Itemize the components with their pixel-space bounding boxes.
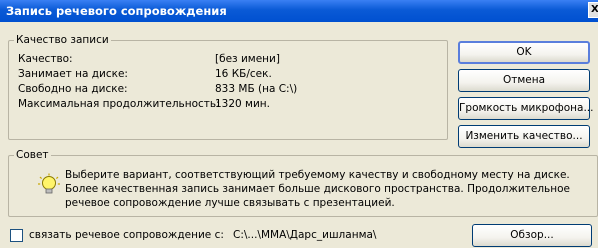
link-path-text: C:\...\MMA\Дарс_ишланма\ (233, 229, 377, 241)
free-space-value: 833 МБ (на C:\) (215, 83, 298, 95)
max-duration-label: Максимальная продолжительность: (18, 98, 220, 110)
quality-label: Качество: (18, 53, 73, 65)
title-bar: Запись речевого сопровождения X (0, 0, 598, 22)
free-space-label: Свободно на диске: (18, 83, 128, 95)
disk-usage-value: 16 КБ/сек. (215, 68, 272, 80)
ok-button[interactable]: OK (458, 41, 590, 64)
tip-group: Совет Выберите вариант, соответствующий … (8, 149, 598, 217)
browse-button[interactable]: Обзор... (472, 224, 592, 247)
quality-group-legend: Качество записи (14, 34, 111, 46)
change-quality-button[interactable]: Изменить качество... (458, 125, 590, 148)
mic-volume-button[interactable]: Громкость микрофона... (458, 97, 594, 120)
link-narration-checkbox[interactable] (10, 229, 23, 242)
max-duration-value: 1320 мин. (215, 98, 271, 110)
tip-text: Выберите вариант, соответствующий требуе… (65, 169, 570, 209)
quality-group: Качество записи Качество: [без имени] За… (8, 34, 448, 140)
disk-usage-label: Занимает на диске: (18, 68, 128, 80)
tip-group-legend: Совет (14, 149, 51, 161)
link-narration-label[interactable]: связать речевое сопровождение с: (29, 229, 224, 241)
lightbulb-icon (38, 173, 60, 194)
quality-value: [без имени] (215, 53, 280, 65)
cancel-button[interactable]: Отмена (458, 69, 590, 92)
close-button[interactable]: X (588, 2, 598, 18)
window-title: Запись речевого сопровождения (6, 4, 227, 18)
